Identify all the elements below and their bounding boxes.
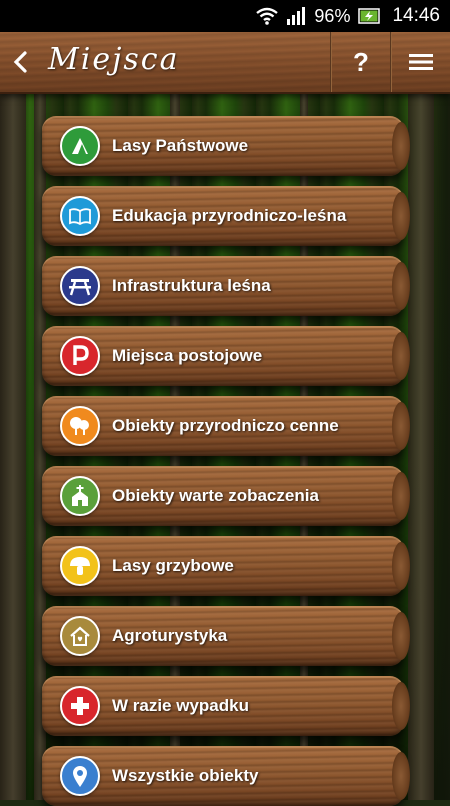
category-label: Infrastruktura leśna <box>112 276 271 295</box>
category-agroturystyka[interactable]: Agroturystyka <box>42 606 410 666</box>
category-label: Wszystkie obiekty <box>112 766 259 785</box>
category-label: Miejsca postojowe <box>112 346 263 365</box>
lasy-panstwowe-logo-icon <box>60 126 100 166</box>
map-pin-icon <box>60 756 100 796</box>
first-aid-cross-icon <box>60 686 100 726</box>
category-label: Agroturystyka <box>112 626 228 645</box>
hamburger-menu-icon <box>409 54 433 70</box>
category-list: Lasy Państwowe Edukacja przyrodniczo-leś… <box>0 92 450 806</box>
house-icon <box>60 616 100 656</box>
signal-icon <box>286 7 306 25</box>
category-wszystkie-obiekty[interactable]: Wszystkie obiekty <box>42 746 410 806</box>
chevron-left-icon <box>13 51 27 73</box>
parking-icon <box>60 336 100 376</box>
battery-percent: 96% <box>314 5 351 26</box>
app-header: Miejsca ? <box>0 32 450 94</box>
clock: 14:46 <box>392 5 440 26</box>
category-w-razie-wypadku[interactable]: W razie wypadku <box>42 676 410 736</box>
help-button[interactable]: ? <box>332 32 390 92</box>
status-bar: 96% 14:46 <box>0 0 450 32</box>
category-label: Edukacja przyrodniczo-leśna <box>112 206 347 225</box>
category-miejsca-postojowe[interactable]: Miejsca postojowe <box>42 326 410 386</box>
menu-button[interactable] <box>392 32 450 92</box>
wifi-icon <box>256 7 279 25</box>
page-title: Miejsca <box>48 42 180 77</box>
category-edukacja[interactable]: Edukacja przyrodniczo-leśna <box>42 186 410 246</box>
category-lasy-grzybowe[interactable]: Lasy grzybowe <box>42 536 410 596</box>
category-label: Obiekty warte zobaczenia <box>112 486 319 505</box>
category-label: Lasy Państwowe <box>112 136 249 155</box>
open-book-icon <box>60 196 100 236</box>
category-lasy-panstwowe[interactable]: Lasy Państwowe <box>42 116 410 176</box>
mushroom-icon <box>60 546 100 586</box>
category-label: Lasy grzybowe <box>112 556 234 575</box>
category-label: W razie wypadku <box>112 696 249 715</box>
trees-icon <box>60 406 100 446</box>
category-obiekty-warte-zobaczenia[interactable]: Obiekty warte zobaczenia <box>42 466 410 526</box>
category-label: Obiekty przyrodniczo cenne <box>112 416 339 435</box>
chapel-icon <box>60 476 100 516</box>
category-obiekty-przyrodniczo-cenne[interactable]: Obiekty przyrodniczo cenne <box>42 396 410 456</box>
battery-charging-icon <box>358 8 381 24</box>
category-infrastruktura[interactable]: Infrastruktura leśna <box>42 256 410 316</box>
picnic-table-icon <box>60 266 100 306</box>
back-button[interactable] <box>6 46 34 78</box>
